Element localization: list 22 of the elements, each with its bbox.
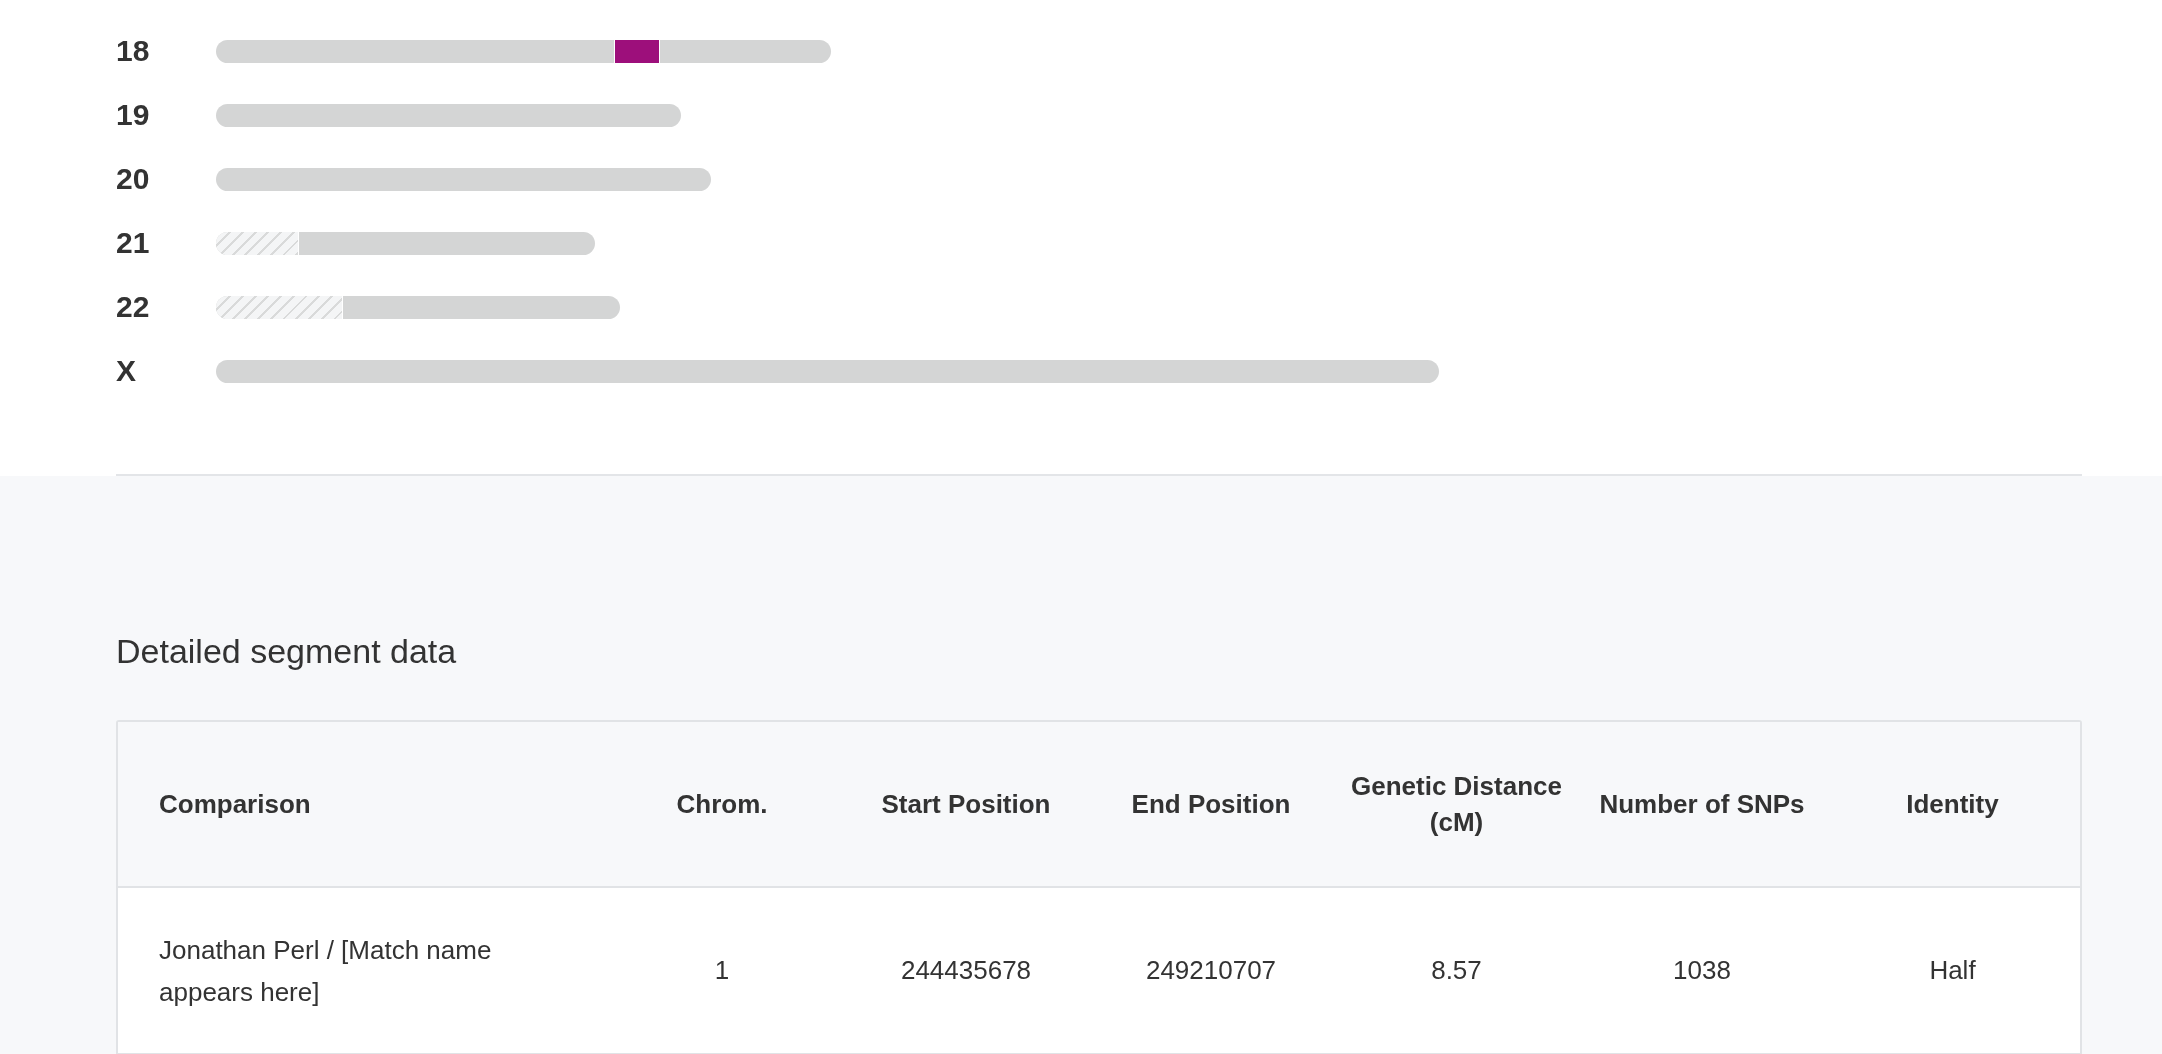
column-header: Chrom. xyxy=(675,788,769,821)
column-header: Start Position xyxy=(880,788,1052,821)
table-cell-text: 1038 xyxy=(1672,954,1732,987)
chromosome-label: 20 xyxy=(116,164,151,194)
chromosome-label: 22 xyxy=(116,292,151,322)
chromosome-label: X xyxy=(116,356,137,386)
column-header: Number of SNPs xyxy=(1598,788,1806,821)
column-header: End Position xyxy=(1130,788,1292,821)
table-cell-text: 1 xyxy=(713,954,731,987)
table-cell-text: 249210707 xyxy=(1144,954,1278,987)
column-header: Genetic Distance (cM) xyxy=(1350,770,1563,839)
chromosome-label: 19 xyxy=(116,100,151,130)
table-cell-text: 8.57 xyxy=(1430,954,1483,987)
table-cell-text: Half xyxy=(1928,954,1977,987)
chromosome-label: 21 xyxy=(116,228,151,258)
section-title: Detailed segment data xyxy=(116,634,458,668)
column-header: Identity xyxy=(1905,788,2000,821)
matched-segment xyxy=(614,39,660,63)
table-cell-text: Jonathan Perl / [Match name appears here] xyxy=(158,933,493,1009)
chromosome-label: 18 xyxy=(116,36,151,66)
table-cell-text: 244435678 xyxy=(899,954,1033,987)
column-header: Comparison xyxy=(158,787,312,821)
